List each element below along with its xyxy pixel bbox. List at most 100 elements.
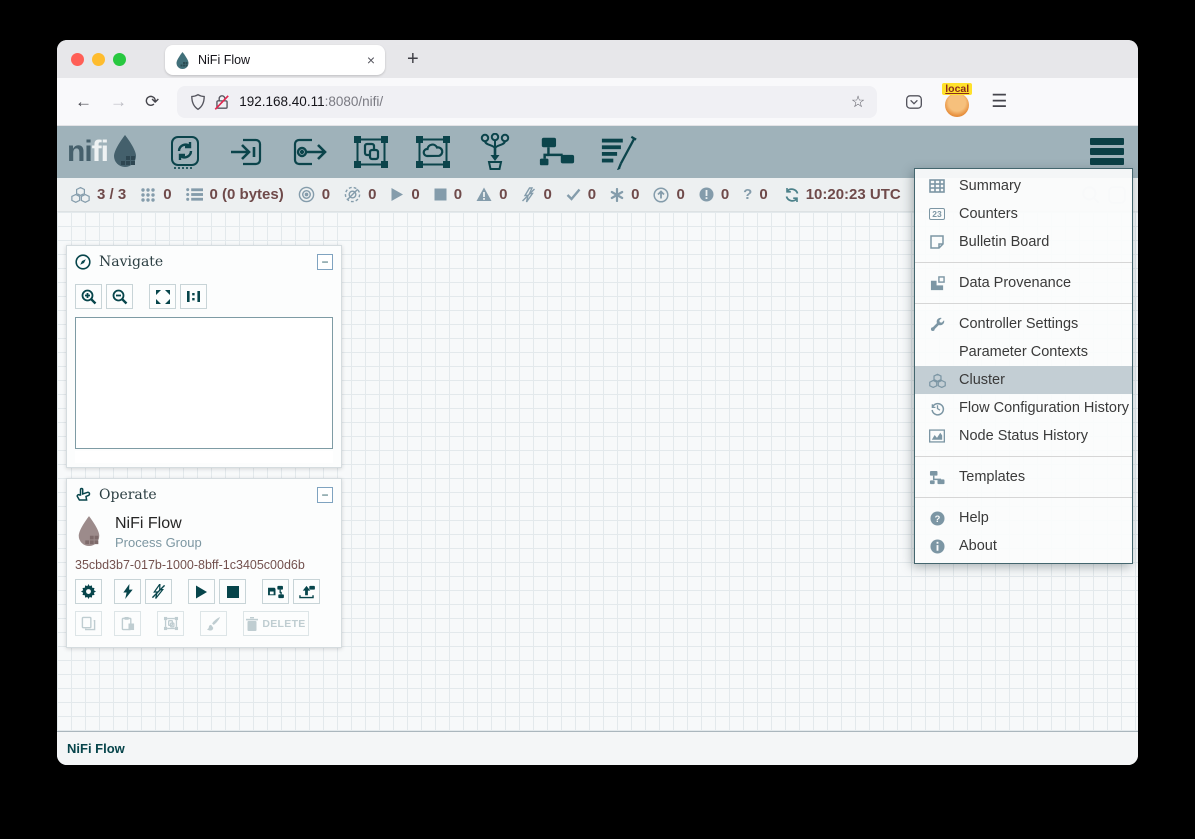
breadcrumb-root[interactable]: NiFi Flow <box>67 741 125 756</box>
transmitting-count: 0 <box>322 186 330 203</box>
close-tab-icon[interactable]: × <box>367 53 375 67</box>
processor-tool-icon[interactable] <box>166 133 204 171</box>
account-avatar[interactable]: local <box>945 89 971 115</box>
active-threads-count: 0 <box>163 186 171 203</box>
sync-failure-count: 0 <box>759 186 767 203</box>
running-count: 0 <box>411 186 419 203</box>
process-group-tool-icon[interactable] <box>352 133 390 171</box>
not-transmitting-count: 0 <box>368 186 376 203</box>
menu-item-controller-settings[interactable]: Controller Settings <box>915 310 1132 338</box>
disable-button[interactable] <box>145 579 172 604</box>
remote-process-group-tool-icon[interactable] <box>414 133 452 171</box>
menu-item-help[interactable]: ? Help <box>915 504 1132 532</box>
enable-button[interactable] <box>114 579 141 604</box>
funnel-tool-icon[interactable] <box>476 133 514 171</box>
reload-icon[interactable]: ⟳ <box>145 92 159 112</box>
wrench-icon <box>927 317 947 332</box>
browser-menu-icon[interactable]: ☰ <box>991 91 1007 112</box>
cluster-count: 3 / 3 <box>97 186 126 203</box>
cluster-status: 3 / 3 <box>71 186 126 203</box>
copy-icon <box>81 616 96 631</box>
menu-item-parameter-contexts[interactable]: Parameter Contexts <box>915 338 1132 366</box>
menu-item-node-status-history[interactable]: Node Status History <box>915 422 1132 450</box>
zoom-fit-button[interactable] <box>149 284 176 309</box>
bookmark-star-icon[interactable]: ☆ <box>851 92 865 112</box>
menu-item-summary[interactable]: Summary <box>915 172 1132 200</box>
hand-icon <box>75 487 91 503</box>
help-icon: ? <box>927 511 947 526</box>
up-to-date-count: 0 <box>588 186 596 203</box>
menu-label: Cluster <box>959 372 1005 388</box>
operate-title: Operate <box>99 487 317 503</box>
zoom-out-button[interactable] <box>106 284 133 309</box>
shield-icon[interactable] <box>189 93 207 111</box>
menu-item-cluster[interactable]: Cluster <box>915 366 1132 394</box>
minimize-window-button[interactable] <box>92 53 105 66</box>
collapse-navigate-button[interactable]: − <box>317 254 333 270</box>
browser-navbar: ← → ⟳ 192.168.40.11:8080/nifi/ ☆ local ☰ <box>57 78 1138 126</box>
pocket-icon[interactable] <box>905 93 923 111</box>
locally-modified-stale-icon <box>699 187 714 202</box>
gear-icon <box>81 584 96 599</box>
output-port-tool-icon[interactable] <box>290 133 328 171</box>
nifi-drop-icon <box>110 134 140 170</box>
label-tool-icon[interactable] <box>600 133 638 171</box>
menu-item-counters[interactable]: 23 Counters <box>915 200 1132 228</box>
global-menu-button[interactable] <box>1090 138 1124 165</box>
zoom-window-button[interactable] <box>113 53 126 66</box>
insecure-lock-icon[interactable] <box>213 93 231 111</box>
copy-button[interactable] <box>75 611 102 636</box>
menu-item-templates[interactable]: Templates <box>915 463 1132 491</box>
menu-label: About <box>959 538 997 554</box>
start-button[interactable] <box>188 579 215 604</box>
configure-button[interactable] <box>75 579 102 604</box>
upload-template-button[interactable] <box>293 579 320 604</box>
queued-icon <box>186 187 203 202</box>
zoom-actual-button[interactable] <box>180 284 207 309</box>
color-button[interactable] <box>200 611 227 636</box>
not-transmitting-icon <box>344 186 361 203</box>
transmitting-icon <box>298 186 315 203</box>
collapse-operate-button[interactable]: − <box>317 487 333 503</box>
locally-modified-count: 0 <box>631 186 639 203</box>
not-transmitting-remote-groups: 0 <box>344 186 376 203</box>
url-bar[interactable]: 192.168.40.11:8080/nifi/ ☆ <box>177 86 877 118</box>
new-tab-button[interactable]: + <box>399 44 427 75</box>
zoom-out-icon <box>112 289 128 305</box>
input-port-tool-icon[interactable] <box>228 133 266 171</box>
history-icon <box>927 401 947 416</box>
delete-button[interactable]: DELETE <box>243 611 309 636</box>
menu-item-about[interactable]: About <box>915 532 1132 560</box>
counters-icon: 23 <box>927 208 947 221</box>
group-button[interactable] <box>157 611 184 636</box>
back-icon[interactable]: ← <box>75 92 92 112</box>
last-refresh-time: 10:20:23 UTC <box>806 186 901 203</box>
close-window-button[interactable] <box>71 53 84 66</box>
stopped-count: 0 <box>454 186 462 203</box>
refresh-icon[interactable] <box>784 187 800 203</box>
forward-icon[interactable]: → <box>110 92 127 112</box>
menu-label: Counters <box>959 206 1018 222</box>
zoom-in-button[interactable] <box>75 284 102 309</box>
stop-button[interactable] <box>219 579 246 604</box>
birdseye-minimap[interactable] <box>75 317 333 449</box>
avatar <box>945 93 969 117</box>
menu-item-flow-configuration-history[interactable]: Flow Configuration History <box>915 394 1132 422</box>
paste-button[interactable] <box>114 611 141 636</box>
minimap-footer <box>75 451 333 463</box>
menu-item-data-provenance[interactable]: Data Provenance <box>915 269 1132 297</box>
template-tool-icon[interactable] <box>538 133 576 171</box>
invalid-components: 0 <box>476 186 507 203</box>
stale-count: 0 <box>676 186 684 203</box>
stopped-icon <box>434 188 447 201</box>
browser-tab[interactable]: NiFi Flow × <box>165 45 385 75</box>
url-host: 192.168.40.11 <box>239 94 324 109</box>
lightning-slash-icon <box>151 584 166 599</box>
menu-item-bulletin-board[interactable]: Bulletin Board <box>915 228 1132 256</box>
refresh-status[interactable]: 10:20:23 UTC <box>784 186 901 203</box>
create-template-button[interactable] <box>262 579 289 604</box>
invalid-icon <box>476 187 492 202</box>
cluster-cubes-icon <box>71 186 90 203</box>
stopped-components: 0 <box>434 186 462 203</box>
window-controls[interactable] <box>71 53 126 66</box>
